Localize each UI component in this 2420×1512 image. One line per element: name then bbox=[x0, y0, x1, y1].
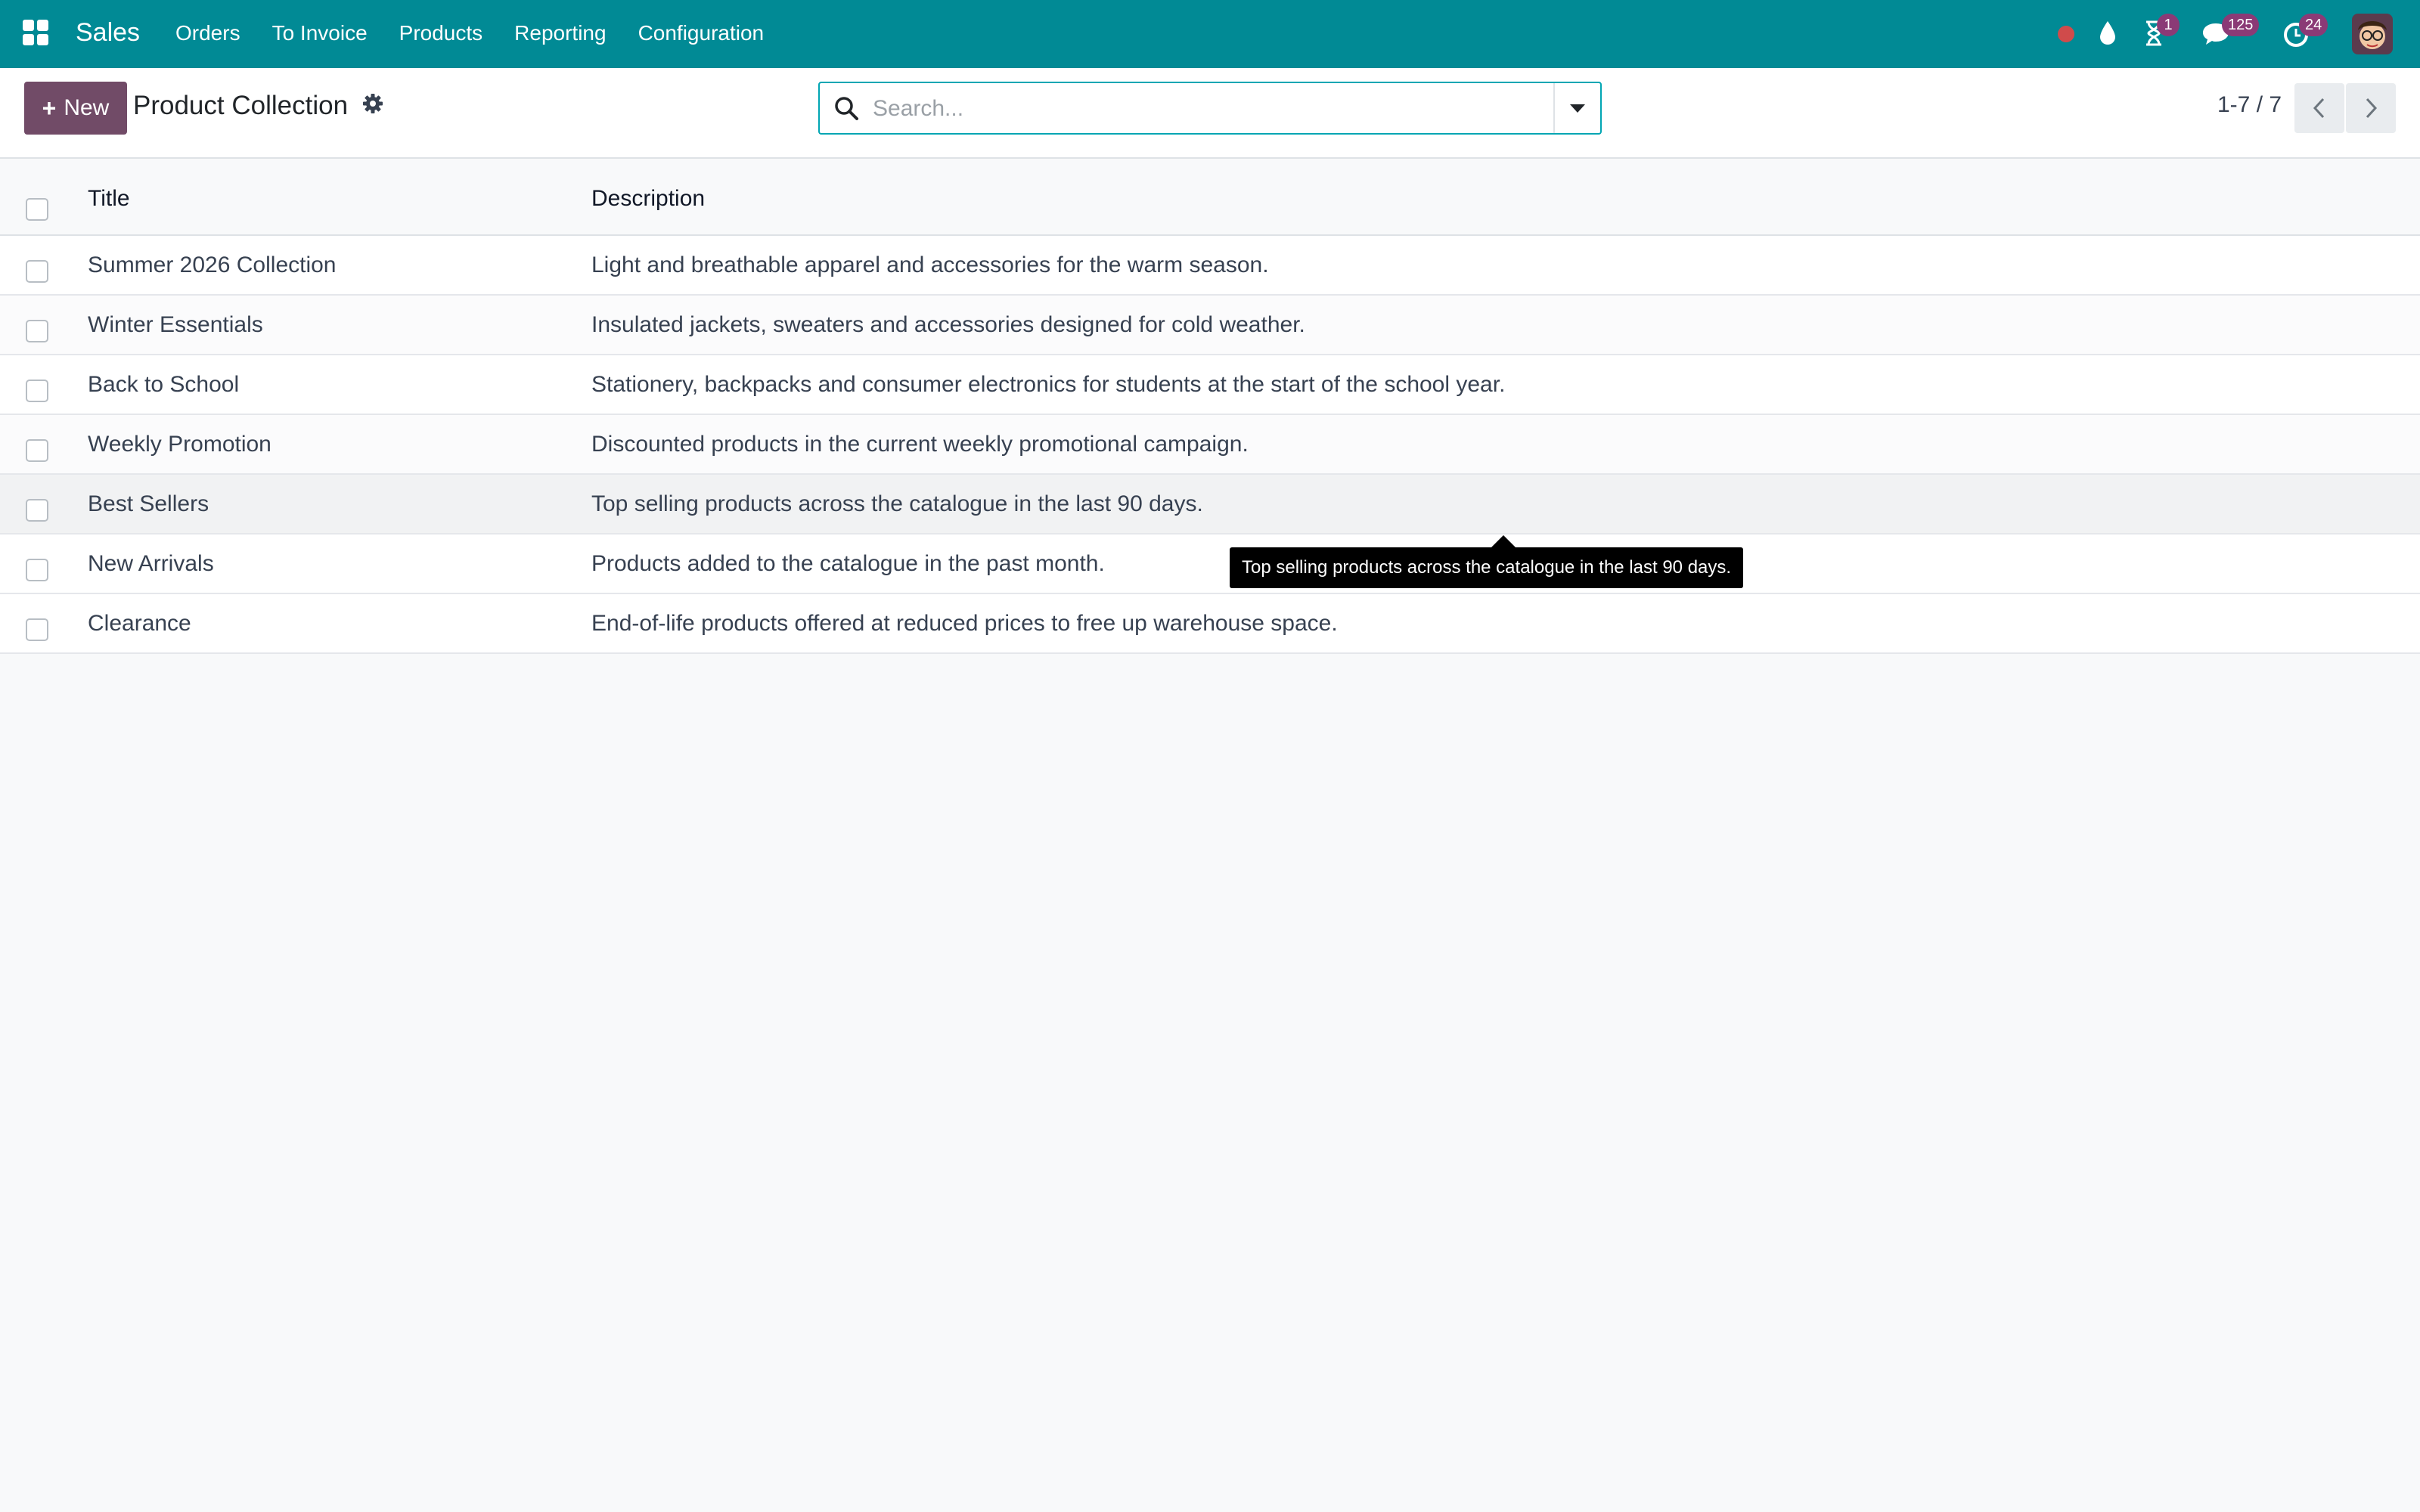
row-title: Summer 2026 Collection bbox=[88, 253, 337, 277]
column-header-description[interactable]: Description bbox=[591, 186, 705, 212]
list-view: Title Description Summer 2026 Collection… bbox=[0, 160, 2420, 654]
app-brand[interactable]: Sales bbox=[76, 18, 140, 48]
row-checkbox[interactable] bbox=[26, 439, 48, 462]
apps-menu-icon[interactable] bbox=[23, 20, 48, 45]
menu-item-to-invoice[interactable]: To Invoice bbox=[272, 21, 368, 45]
row-description: Light and breathable apparel and accesso… bbox=[591, 253, 1269, 277]
row-checkbox[interactable] bbox=[26, 499, 48, 522]
table-row[interactable]: Clearance End-of-life products offered a… bbox=[0, 594, 2420, 654]
menu-item-reporting[interactable]: Reporting bbox=[514, 21, 606, 45]
column-header-title[interactable]: Title bbox=[88, 186, 130, 212]
menu-item-orders[interactable]: Orders bbox=[175, 21, 240, 45]
row-description: End-of-life products offered at reduced … bbox=[591, 611, 1338, 636]
select-all-checkbox[interactable] bbox=[26, 198, 48, 221]
description-tooltip: Top selling products across the catalogu… bbox=[1230, 547, 1744, 588]
search-options-toggle[interactable] bbox=[1553, 83, 1600, 133]
row-checkbox[interactable] bbox=[26, 260, 48, 283]
search-icon bbox=[835, 97, 858, 120]
row-title: Weekly Promotion bbox=[88, 432, 271, 457]
table-row[interactable]: Back to School Stationery, backpacks and… bbox=[0, 355, 2420, 415]
row-checkbox[interactable] bbox=[26, 559, 48, 581]
table-row[interactable]: Best Sellers Top selling products across… bbox=[0, 475, 2420, 534]
table-row[interactable]: New Arrivals Products added to the catal… bbox=[0, 534, 2420, 594]
row-checkbox[interactable] bbox=[26, 618, 48, 641]
new-button-label: New bbox=[64, 95, 110, 120]
caret-down-icon bbox=[1570, 104, 1585, 113]
row-description: Stationery, backpacks and consumer elect… bbox=[591, 372, 1506, 397]
recording-indicator-icon[interactable] bbox=[2058, 26, 2074, 42]
chevron-right-icon bbox=[2366, 98, 2378, 119]
row-title: Best Sellers bbox=[88, 491, 209, 516]
row-description: Products added to the catalogue in the p… bbox=[591, 551, 1105, 576]
messages-badge: 125 bbox=[2222, 14, 2260, 36]
row-title: Clearance bbox=[88, 611, 191, 636]
row-title: Back to School bbox=[88, 372, 240, 397]
row-description: Top selling products across the catalogu… bbox=[591, 491, 1203, 516]
row-description: Discounted products in the current weekl… bbox=[591, 432, 1249, 457]
plus-icon: + bbox=[42, 94, 57, 122]
page-title: Product Collection bbox=[133, 91, 349, 120]
pager-previous-button[interactable] bbox=[2294, 83, 2344, 133]
pager-value[interactable]: 1-7 / 7 bbox=[2217, 92, 2282, 118]
pager-next-button[interactable] bbox=[2346, 83, 2396, 133]
table-row[interactable]: Weekly Promotion Discounted products in … bbox=[0, 415, 2420, 475]
tooltip-arrow bbox=[1491, 535, 1516, 547]
new-button[interactable]: + New bbox=[24, 82, 127, 135]
row-checkbox[interactable] bbox=[26, 380, 48, 402]
chevron-left-icon bbox=[2313, 98, 2325, 119]
top-navbar: Sales Orders To Invoice Products Reporti… bbox=[0, 0, 2420, 68]
user-avatar[interactable] bbox=[2352, 14, 2393, 54]
search-input[interactable] bbox=[873, 92, 1523, 125]
list-header: Title Description bbox=[0, 160, 2420, 236]
activities-badge: 1 bbox=[2157, 14, 2180, 36]
row-checkbox[interactable] bbox=[26, 320, 48, 342]
table-row[interactable]: Winter Essentials Insulated jackets, swe… bbox=[0, 296, 2420, 355]
table-row[interactable]: Summer 2026 Collection Light and breatha… bbox=[0, 236, 2420, 296]
gear-icon[interactable] bbox=[361, 92, 384, 115]
menu-item-configuration[interactable]: Configuration bbox=[638, 21, 765, 45]
control-panel: + New Product Collection 1-7 / 7 bbox=[0, 68, 2420, 159]
row-title: Winter Essentials bbox=[88, 312, 263, 337]
main-menu: Orders To Invoice Products Reporting Con… bbox=[175, 21, 796, 45]
drop-icon[interactable] bbox=[2098, 20, 2118, 47]
clock-badge: 24 bbox=[2299, 14, 2328, 36]
menu-item-products[interactable]: Products bbox=[399, 21, 483, 45]
search-bar bbox=[818, 82, 1602, 135]
row-title: New Arrivals bbox=[88, 551, 214, 576]
row-description: Insulated jackets, sweaters and accessor… bbox=[591, 312, 1305, 337]
